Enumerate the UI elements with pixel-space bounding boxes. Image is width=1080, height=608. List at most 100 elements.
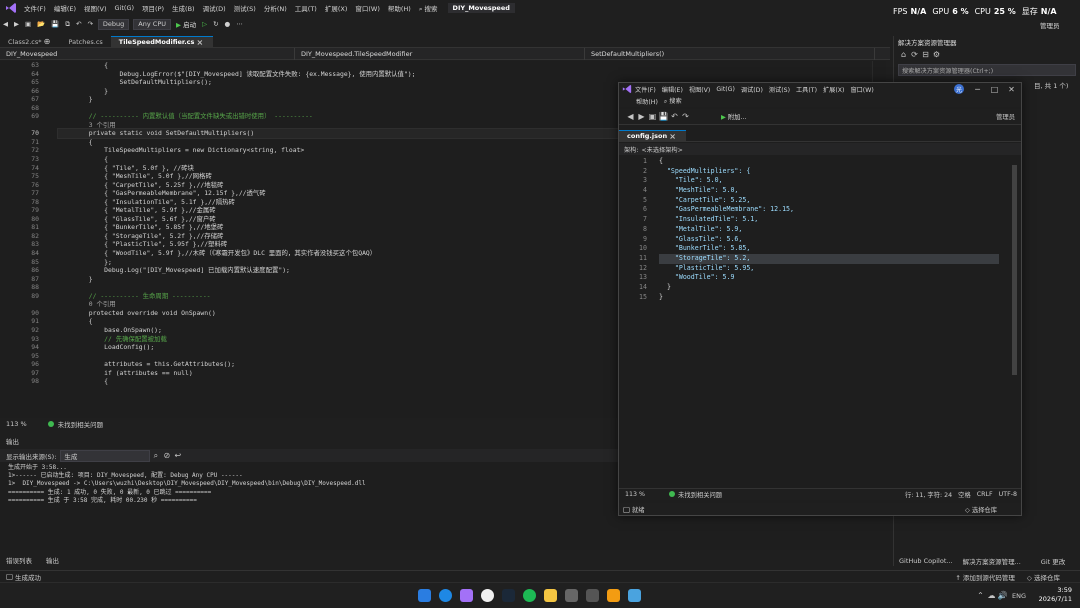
type-selector[interactable]: DIY_Movespeed.TileSpeedModifier <box>295 47 585 60</box>
config-dropdown[interactable]: Debug <box>97 18 130 30</box>
json-scroll-thumb[interactable] <box>1012 165 1017 375</box>
maximize-icon[interactable]: □ <box>989 84 1000 95</box>
close-icon[interactable]: × <box>194 37 205 48</box>
json-menu-item[interactable]: 文件(F) <box>632 85 659 94</box>
menu-item[interactable]: 工具(T) <box>291 3 321 13</box>
settings-icon[interactable]: ⚙ <box>931 49 942 60</box>
forward-icon[interactable]: ▶ <box>11 20 22 28</box>
json-menu-item[interactable]: 工具(T) <box>793 85 820 94</box>
open-icon[interactable]: 📂 <box>34 20 48 28</box>
json-search-button[interactable]: ⌕ 搜索 <box>661 96 685 106</box>
file-explorer-icon[interactable] <box>544 589 557 602</box>
menu-item[interactable]: Git(G) <box>111 4 139 12</box>
network-icon[interactable]: ☁ <box>986 590 997 601</box>
back-icon[interactable]: ◀ <box>625 111 636 122</box>
solution-search-input[interactable]: 搜索解决方案资源管理器(Ctrl+;) <box>898 64 1076 76</box>
menu-item[interactable]: 调试(D) <box>199 3 230 13</box>
start-icon[interactable] <box>418 589 431 602</box>
menu-item[interactable]: 生成(B) <box>168 3 199 13</box>
undo-icon[interactable]: ↶ <box>73 20 84 28</box>
home-icon[interactable]: ⌂ <box>898 49 909 60</box>
menu-item[interactable]: 分析(N) <box>260 3 291 13</box>
minimize-icon[interactable]: ─ <box>972 84 983 95</box>
tab-output[interactable]: 输出 <box>46 555 59 565</box>
visual-studio-icon[interactable] <box>460 589 473 602</box>
notes-icon[interactable] <box>628 589 641 602</box>
steam-icon[interactable] <box>502 589 515 602</box>
json-menu-item[interactable]: 测试(S) <box>766 85 793 94</box>
clear-icon[interactable]: ⊘ <box>161 450 172 461</box>
menu-item[interactable]: 视图(V) <box>80 3 111 13</box>
hot-reload-icon[interactable]: ↻ <box>210 20 221 28</box>
tab-tile-speed-modifier[interactable]: TileSpeedModifier.cs × <box>110 35 214 48</box>
start-without-debug-icon[interactable]: ▷ <box>199 20 210 28</box>
redo-icon[interactable]: ↷ <box>84 20 95 28</box>
json-menu-item[interactable]: Git(G) <box>713 86 738 93</box>
attach-button[interactable]: ▶ 附加... <box>721 112 746 121</box>
app-icon[interactable] <box>586 589 599 602</box>
tab-solution-explorer[interactable]: 解决方案资源管理... <box>963 556 1021 566</box>
tab-git-changes[interactable]: Git 更改 <box>1041 556 1065 566</box>
forward-icon[interactable]: ▶ <box>636 111 647 122</box>
tray-chevron-icon[interactable]: ⌃ <box>975 590 986 601</box>
language-indicator[interactable]: ENG <box>1012 592 1026 600</box>
spotify-icon[interactable] <box>523 589 536 602</box>
edge-icon[interactable] <box>439 589 452 602</box>
back-icon[interactable]: ◀ <box>0 20 11 28</box>
indent-mode[interactable]: 空格 <box>958 490 971 499</box>
line-ending[interactable]: CRLF <box>977 491 993 498</box>
add-source-control[interactable]: ↑ 添加到源代码管理 <box>955 572 1015 582</box>
wrap-icon[interactable]: ↩ <box>172 450 183 461</box>
collapse-icon[interactable]: ⊟ <box>920 49 931 60</box>
close-window-icon[interactable]: ✕ <box>1006 84 1017 95</box>
zoom-level[interactable]: 113 % <box>6 420 27 428</box>
platform-dropdown[interactable]: Any CPU <box>133 18 171 30</box>
menu-item[interactable]: 测试(S) <box>230 3 260 13</box>
tab-copilot[interactable]: GitHub Copilot... <box>899 557 953 565</box>
new-item-icon[interactable]: ▣ <box>647 111 658 122</box>
undo-icon[interactable]: ↶ <box>669 111 680 122</box>
menu-item[interactable]: 扩展(X) <box>321 3 352 13</box>
close-icon[interactable]: × <box>667 131 678 142</box>
tab-class2[interactable]: Class2.cs* ⊕ <box>0 36 61 48</box>
json-repo-selector[interactable]: ◇ 选择仓库 <box>965 505 997 514</box>
find-icon[interactable]: ⌕ <box>150 450 161 461</box>
breakpoint-icon[interactable]: ● <box>222 20 234 28</box>
tab-error-list[interactable]: 错误列表 <box>6 555 32 565</box>
save-icon[interactable]: 💾 <box>658 111 669 122</box>
json-scrollbar[interactable] <box>1011 155 1018 481</box>
json-menu-item[interactable]: 编辑(E) <box>659 85 686 94</box>
volume-icon[interactable]: 🔊 <box>997 590 1008 601</box>
search-button[interactable]: ⌕ 搜索 <box>415 3 442 14</box>
schema-selector[interactable]: <未选择架构> <box>641 145 682 154</box>
json-help-menu[interactable]: 帮助(H) <box>633 97 661 106</box>
tab-patches[interactable]: Patches.cs <box>61 36 111 48</box>
tab-config-json[interactable]: config.json × <box>619 130 687 142</box>
cursor-position[interactable]: 行: 11, 字符: 24 <box>905 490 952 499</box>
json-menu-item[interactable]: 视图(V) <box>686 85 713 94</box>
menu-item[interactable]: 编辑(E) <box>50 3 80 13</box>
json-menu-item[interactable]: 窗口(W) <box>847 85 876 94</box>
avatar[interactable]: 光 <box>954 84 964 94</box>
menu-item[interactable]: 项目(P) <box>138 3 168 13</box>
json-code-editor[interactable]: 1 2 3 4 5 6 7 8 9 10 11 12 13 14 15 { "SpeedMultiplier… <box>619 155 1021 481</box>
json-code-area[interactable]: { "SpeedMultipliers": { "Tile": 5.0, "Me… <box>659 157 999 302</box>
menu-item[interactable]: 窗口(W) <box>351 3 384 13</box>
clock[interactable]: 3:59 2026/7/11 <box>1039 586 1072 604</box>
menu-item[interactable]: 文件(F) <box>20 3 50 13</box>
output-source-dropdown[interactable]: 生成 <box>60 449 151 462</box>
json-zoom[interactable]: 113 % <box>625 491 645 498</box>
json-menu-item[interactable]: 扩展(X) <box>820 85 847 94</box>
new-item-icon[interactable]: ▣ <box>22 20 34 28</box>
start-button[interactable]: ▶ 启动 <box>173 19 199 29</box>
repo-selector[interactable]: ◇ 选择仓库 <box>1027 572 1060 582</box>
app-lock-icon[interactable] <box>565 589 578 602</box>
project-selector[interactable]: DIY_Movespeed <box>0 47 295 60</box>
toolbar-more-icon[interactable]: ⋯ <box>233 20 246 28</box>
pin-icon[interactable]: ⊕ <box>42 36 53 47</box>
member-selector[interactable]: SetDefaultMultipliers() <box>585 47 875 60</box>
redo-icon[interactable]: ↷ <box>680 111 691 122</box>
save-icon[interactable]: 💾 <box>48 20 62 28</box>
json-menu-item[interactable]: 调试(D) <box>738 85 766 94</box>
save-all-icon[interactable]: ⧉ <box>62 20 73 29</box>
